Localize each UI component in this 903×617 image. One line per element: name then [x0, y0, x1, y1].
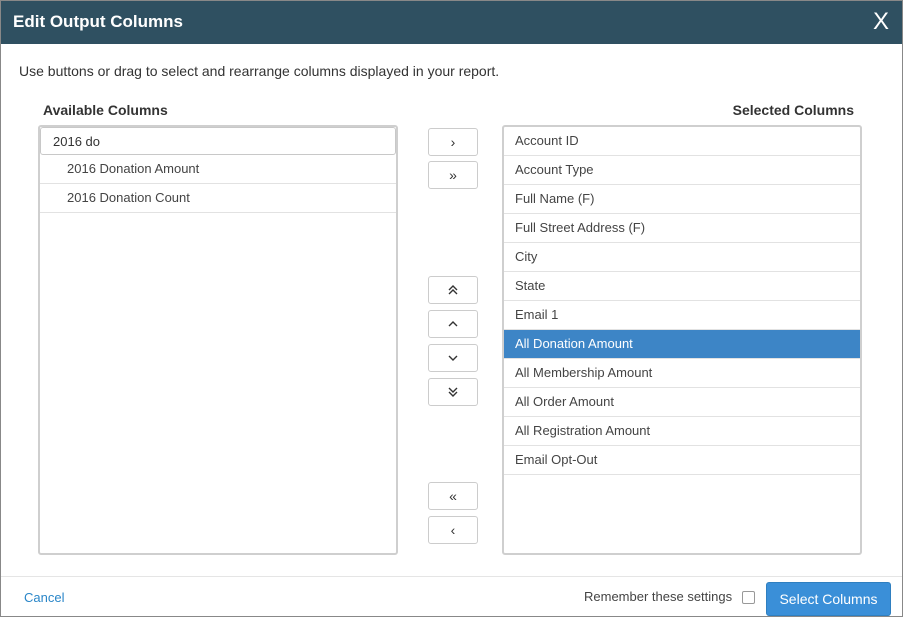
add-column-button[interactable]: › — [428, 128, 478, 156]
dialog-title: Edit Output Columns — [13, 12, 183, 31]
close-icon[interactable]: X — [870, 8, 892, 36]
select-columns-button[interactable]: Select Columns — [766, 582, 891, 616]
list-item[interactable]: All Donation Amount — [504, 330, 860, 359]
remove-column-button[interactable]: ‹ — [428, 516, 478, 544]
add-all-columns-button[interactable]: » — [428, 161, 478, 189]
dialog-footer: Cancel Remember these settings Select Co… — [1, 576, 902, 616]
list-item[interactable]: Full Street Address (F) — [504, 214, 860, 243]
chevron-up-icon — [448, 321, 458, 327]
move-down-button[interactable] — [428, 344, 478, 372]
remember-settings-checkbox[interactable] — [742, 591, 755, 604]
list-item[interactable]: State — [504, 272, 860, 301]
list-item[interactable]: All Membership Amount — [504, 359, 860, 388]
double-chevron-up-icon — [448, 285, 458, 295]
list-item[interactable]: 2016 Donation Amount — [40, 155, 396, 184]
list-item[interactable]: Account Type — [504, 156, 860, 185]
selected-columns-list[interactable]: Account ID Account Type Full Name (F) Fu… — [502, 125, 862, 555]
instructions-text: Use buttons or drag to select and rearra… — [19, 63, 500, 79]
double-chevron-down-icon — [448, 387, 458, 397]
list-item[interactable]: 2016 Donation Count — [40, 184, 396, 213]
selected-columns-heading: Selected Columns — [732, 102, 854, 118]
available-filter-input[interactable] — [40, 127, 396, 155]
list-item[interactable]: Account ID — [504, 127, 860, 156]
remove-all-columns-button[interactable]: « — [428, 482, 478, 510]
list-item[interactable]: City — [504, 243, 860, 272]
cancel-link[interactable]: Cancel — [24, 590, 64, 605]
move-up-button[interactable] — [428, 310, 478, 338]
list-item[interactable]: Email 1 — [504, 301, 860, 330]
move-to-bottom-button[interactable] — [428, 378, 478, 406]
list-item[interactable]: All Registration Amount — [504, 417, 860, 446]
chevron-down-icon — [448, 355, 458, 361]
available-columns-list[interactable]: 2016 Donation Amount 2016 Donation Count — [38, 125, 398, 555]
list-item[interactable]: Email Opt-Out — [504, 446, 860, 475]
edit-output-columns-dialog: Edit Output Columns X Use buttons or dra… — [0, 0, 903, 617]
remember-settings-label: Remember these settings — [584, 589, 733, 604]
list-item[interactable]: All Order Amount — [504, 388, 860, 417]
list-item[interactable]: Full Name (F) — [504, 185, 860, 214]
dialog-titlebar: Edit Output Columns X — [1, 1, 902, 44]
available-columns-heading: Available Columns — [43, 102, 168, 118]
move-to-top-button[interactable] — [428, 276, 478, 304]
